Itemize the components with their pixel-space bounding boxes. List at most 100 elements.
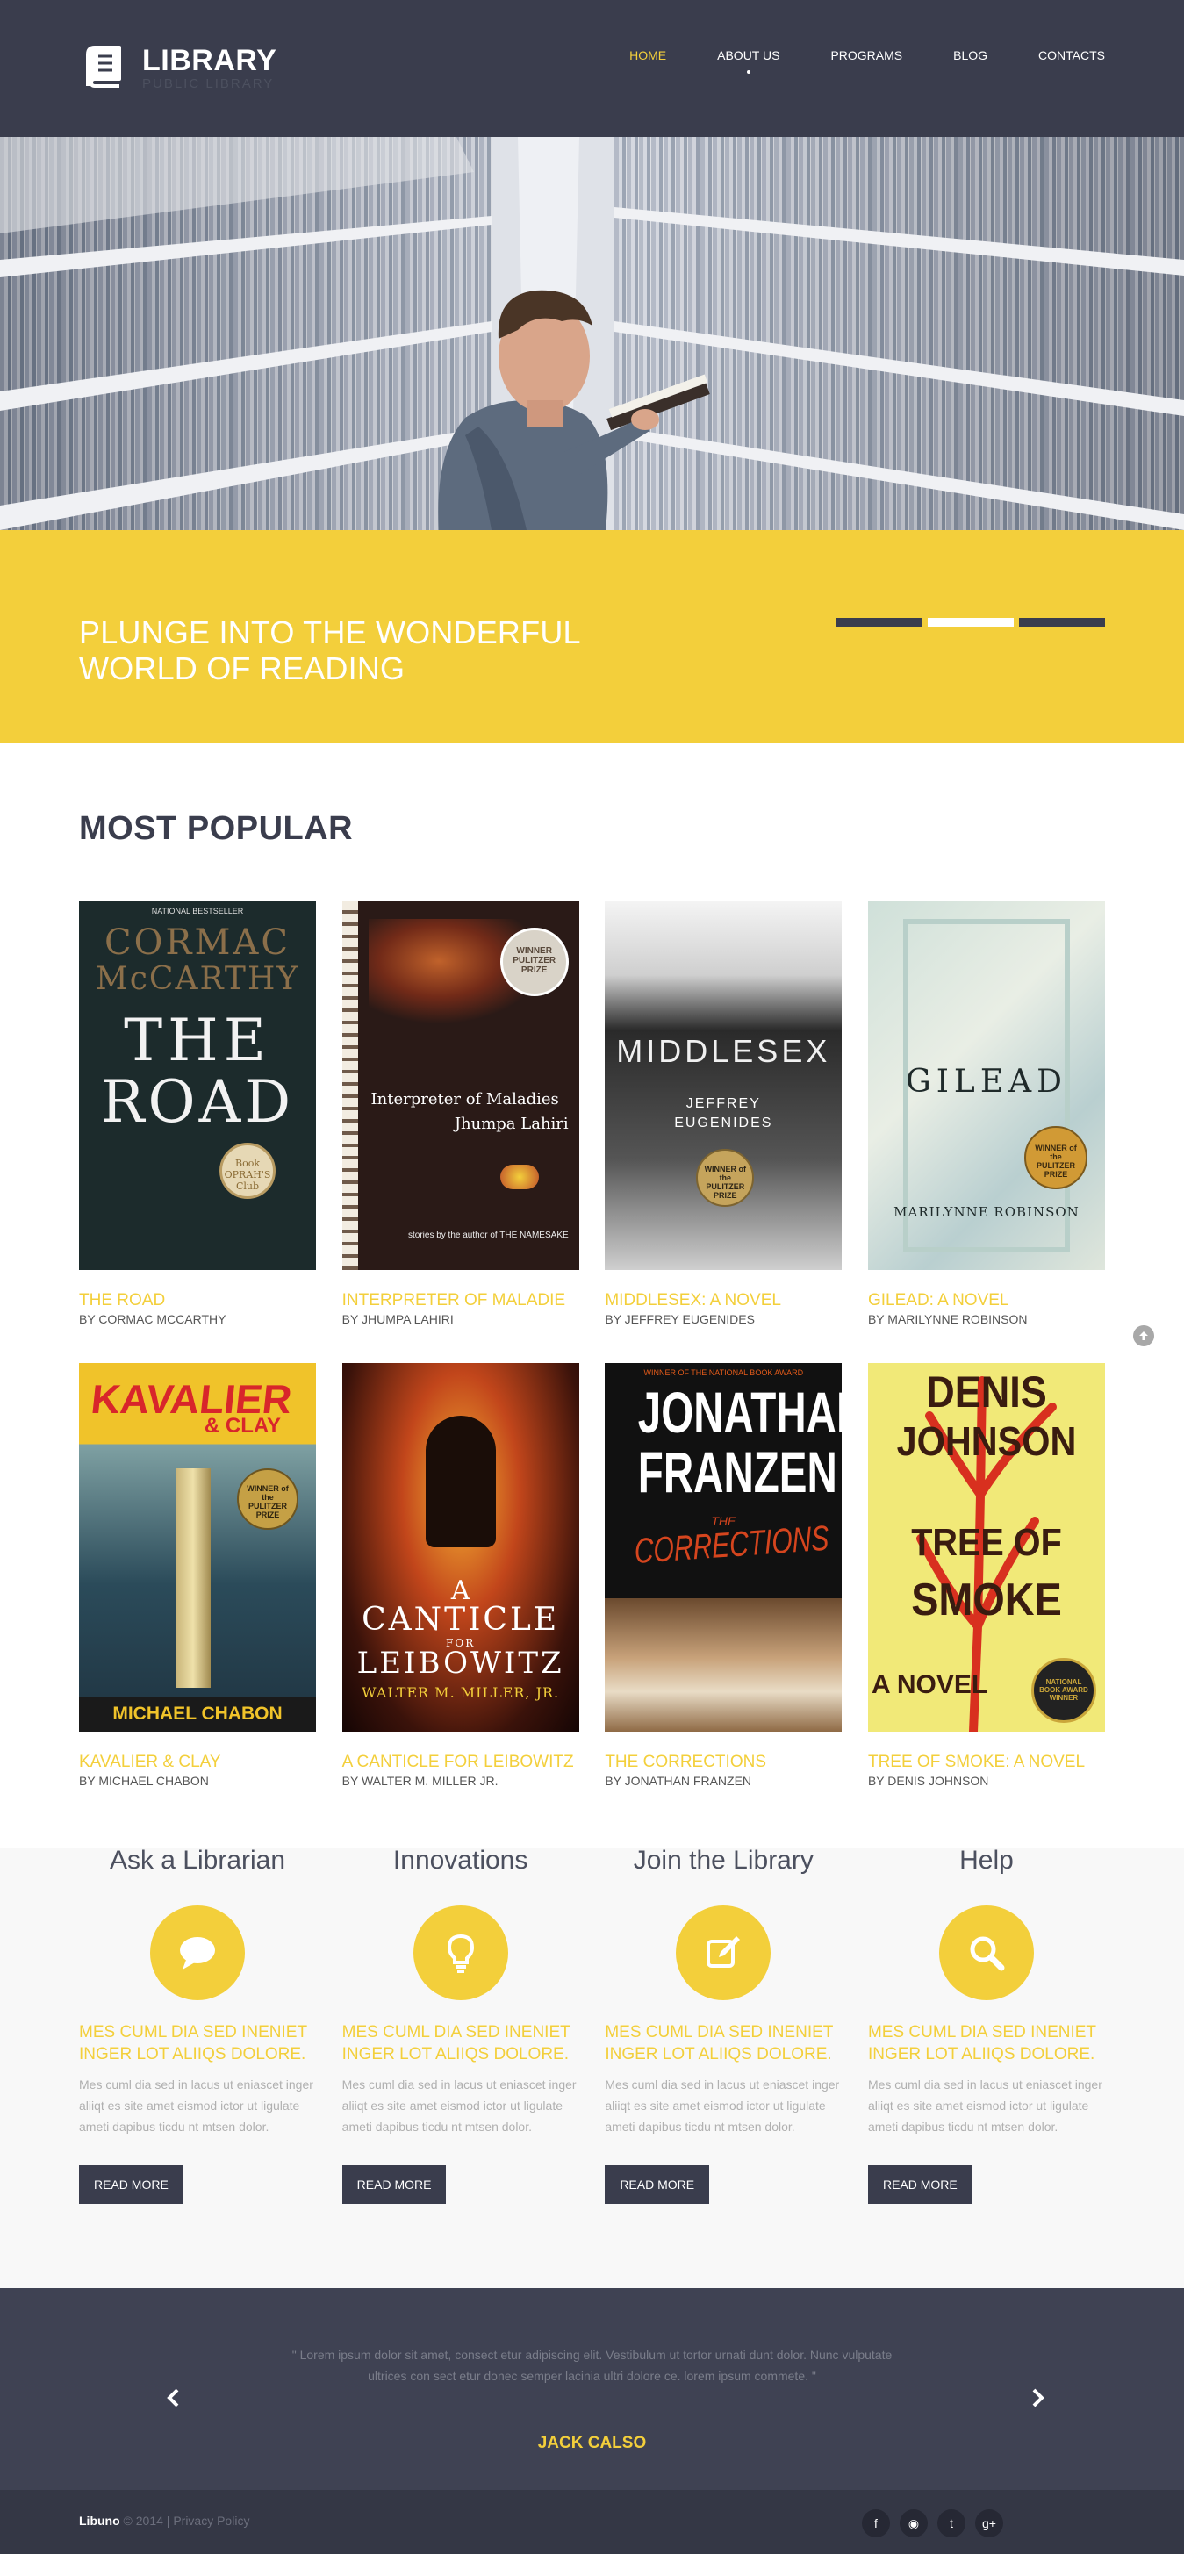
slide-2-indicator[interactable] [928, 618, 1014, 627]
prev-testimonial-button[interactable] [161, 2385, 187, 2411]
cover-text: CANTICLE [362, 1602, 560, 1638]
nav-about-us[interactable]: ABOUT US [717, 47, 779, 74]
book-title[interactable]: TREE OF SMOKE: A NOVEL [868, 1753, 1105, 1772]
book-card[interactable]: WINNER OF THE NATIONAL BOOK AWARD JONATH… [605, 1363, 843, 1790]
chevron-right-icon [1032, 2388, 1044, 2407]
scroll-to-top-button[interactable] [1133, 1325, 1154, 1346]
pulitzer-seal-icon: WINNER of the PULITZER PRIZE [696, 1149, 755, 1207]
feature-body: Mes cuml dia sed in lacus ut eniascet in… [867, 2077, 1102, 2134]
book-cover[interactable]: KAVALIER & CLAY WINNER of the PULITZER P… [79, 1363, 316, 1732]
facebook-icon[interactable]: f [862, 2509, 890, 2537]
cover-text: NATIONAL BESTSELLER [151, 907, 244, 915]
google-plus-icon[interactable]: g+ [975, 2509, 1003, 2537]
read-more-button[interactable]: READ MORE [867, 2165, 972, 2204]
feature-icon-circle[interactable] [150, 1905, 245, 2000]
book-author: BY JEFFREY EUGENIDES [605, 1312, 755, 1326]
cover-text: MIDDLESEX [616, 1033, 831, 1069]
book-card[interactable]: A CANTICLE FOR LEIBOWITZ WALTER M. MILLE… [341, 1363, 579, 1790]
book-author: BY CORMAC MCCARTHY [79, 1312, 226, 1326]
twitter-icon[interactable]: t [937, 2509, 965, 2537]
arrow-up-icon [1139, 1331, 1148, 1340]
book-title[interactable]: MIDDLESEX: A NOVEL [605, 1291, 842, 1310]
read-more-button[interactable]: READ MORE [605, 2165, 710, 2204]
site-footer: Libuno © 2014 | Privacy Policy f ◉ t g+ [0, 2490, 1184, 2554]
book-cover[interactable]: NATIONAL BESTSELLER CORMAC McCARTHY THE … [79, 901, 316, 1270]
book-title[interactable]: THE CORRECTIONS [605, 1753, 842, 1772]
nav-blog[interactable]: BLOG [953, 47, 987, 64]
book-cover[interactable]: WINNER OF THE NATIONAL BOOK AWARD JONATH… [605, 1363, 843, 1732]
book-title[interactable]: A CANTICLE FOR LEIBOWITZ [342, 1753, 579, 1772]
book-card[interactable]: MIDDLESEX JEFFREY EUGENIDES WINNER of th… [605, 901, 843, 1328]
cover-text: EUGENIDES [674, 1116, 773, 1130]
banner-headline: PLUNGE INTO THE WONDERFUL WORLD OF READI… [79, 614, 581, 686]
testimonial-author: JACK CALSO [537, 2434, 647, 2452]
banner-line-2: WORLD OF READING [79, 650, 405, 686]
site-header: LIBRARY PUBLIC LIBRARY HOME ABOUT US PRO… [0, 0, 1184, 137]
nav-home[interactable]: HOME [629, 47, 666, 64]
cover-text: Interpreter of Maladies [370, 1090, 559, 1109]
edit-icon [707, 1936, 741, 1968]
feature-icon-circle[interactable] [676, 1905, 771, 2000]
feature-icon-circle[interactable] [413, 1905, 508, 2000]
book-author: BY JHUMPA LAHIRI [341, 1312, 454, 1326]
slider-pager [831, 618, 1105, 627]
feature-subtitle: MES CUML DIA SED INENIET INGER LOT ALIIQ… [341, 2023, 570, 2063]
book-card[interactable]: WINNER PULITZER PRIZE Interpreter of Mal… [341, 901, 579, 1328]
cover-text: MARILYNNE ROBINSON [893, 1204, 1080, 1220]
pulitzer-seal-icon: WINNER PULITZER PRIZE [499, 928, 569, 996]
copyright: Libuno © 2014 | Privacy Policy [79, 2514, 249, 2528]
book-title[interactable]: THE ROAD [79, 1291, 316, 1310]
cover-text: stories by the author of THE NAMESAKE [407, 1231, 569, 1240]
read-more-button[interactable]: READ MORE [341, 2165, 447, 2204]
book-card[interactable]: GILEAD WINNER of the PULITZER PRIZE MARI… [867, 901, 1105, 1328]
cover-text: JONATHAN [638, 1380, 842, 1445]
book-cover[interactable]: DENIS JOHNSON TREE OF SMOKE A NOVEL NATI… [867, 1363, 1105, 1732]
oprah-seal-icon: Book OPRAH'S Club [219, 1143, 276, 1199]
feature-heading: Ask a Librarian [109, 1846, 286, 1875]
next-testimonial-button[interactable] [1024, 2385, 1051, 2411]
national-book-award-seal-icon: NATIONAL BOOK AWARD WINNER [1030, 1658, 1096, 1723]
cover-photo [605, 1598, 843, 1732]
nav-contacts[interactable]: CONTACTS [1038, 47, 1105, 64]
privacy-policy-link[interactable]: Privacy Policy [173, 2514, 249, 2528]
book-card[interactable]: KAVALIER & CLAY WINNER of the PULITZER P… [79, 1363, 316, 1790]
book-cover[interactable]: MIDDLESEX JEFFREY EUGENIDES WINNER of th… [605, 901, 843, 1270]
submenu-indicator [746, 70, 750, 74]
feature-heading: Innovations [392, 1846, 528, 1875]
logo-subtitle: PUBLIC LIBRARY [142, 76, 275, 91]
book-title[interactable]: GILEAD: A NOVEL [868, 1291, 1105, 1310]
book-cover[interactable]: GILEAD WINNER of the PULITZER PRIZE MARI… [867, 901, 1105, 1270]
slide-3-indicator[interactable] [1019, 618, 1105, 627]
book-card[interactable]: DENIS JOHNSON TREE OF SMOKE A NOVEL NATI… [867, 1363, 1105, 1790]
cover-text: WALTER M. MILLER, JR. [362, 1684, 560, 1701]
feature-heading: Help [959, 1846, 1014, 1875]
feature-body: Mes cuml dia sed in lacus ut eniascet in… [605, 2077, 840, 2134]
most-popular-section: MOST POPULAR NATIONAL BESTSELLER CORMAC … [0, 743, 1184, 1825]
book-title[interactable]: INTERPRETER OF MALADIE [342, 1291, 579, 1310]
lightbulb-icon [447, 1934, 474, 1973]
cover-text: & CLAY [204, 1414, 281, 1438]
book-cover[interactable]: WINNER PULITZER PRIZE Interpreter of Mal… [341, 901, 579, 1270]
cover-text: JEFFREY [685, 1096, 761, 1111]
social-links: f ◉ t g+ [862, 2509, 1013, 2537]
rss-icon[interactable]: ◉ [900, 2509, 928, 2537]
logo[interactable]: LIBRARY PUBLIC LIBRARY [79, 44, 276, 91]
book-title[interactable]: KAVALIER & CLAY [79, 1753, 316, 1772]
nav-programs[interactable]: PROGRAMS [830, 47, 902, 64]
book-card[interactable]: NATIONAL BESTSELLER CORMAC McCARTHY THE … [79, 901, 316, 1328]
book-logo-icon [86, 46, 121, 88]
feature-icon-circle[interactable] [938, 1905, 1034, 2000]
slide-1-indicator[interactable] [836, 618, 922, 627]
cover-text: MICHAEL CHABON [112, 1704, 283, 1724]
pulitzer-seal-icon: WINNER of the PULITZER PRIZE [1023, 1126, 1087, 1189]
cover-text: DENIS [926, 1367, 1047, 1417]
feature-body: Mes cuml dia sed in lacus ut eniascet in… [341, 2077, 577, 2134]
feature-subtitle: MES CUML DIA SED INENIET INGER LOT ALIIQ… [605, 2023, 834, 2063]
seal-text: WINNER PULITZER PRIZE [513, 946, 556, 975]
cover-art [425, 1416, 496, 1547]
banner-line-1: PLUNGE INTO THE WONDERFUL [79, 614, 581, 650]
read-more-button[interactable]: READ MORE [79, 2165, 183, 2204]
main-nav: HOME ABOUT US PROGRAMS BLOG CONTACTS [578, 47, 1105, 74]
book-cover[interactable]: A CANTICLE FOR LEIBOWITZ WALTER M. MILLE… [341, 1363, 579, 1732]
cover-text: LEIBOWITZ [356, 1646, 564, 1681]
